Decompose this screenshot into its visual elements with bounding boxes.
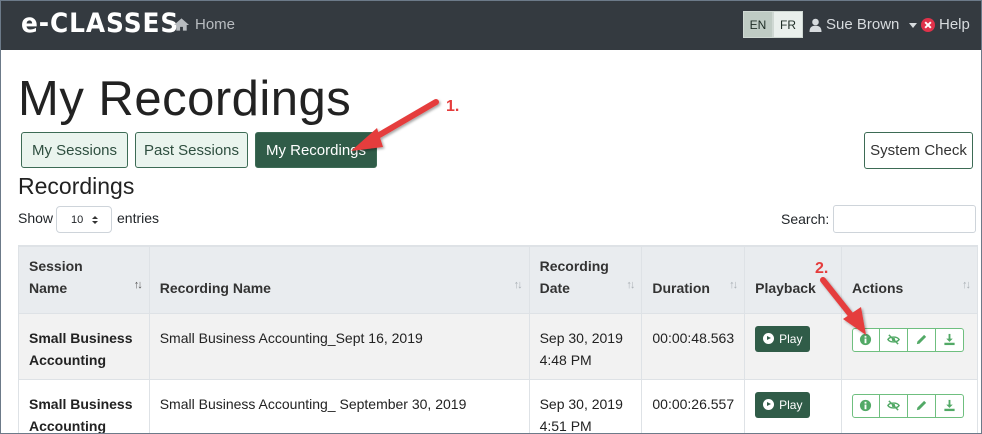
annotation-label-2: 2.: [815, 260, 829, 277]
annotation-arrows: [351, 99, 866, 335]
annotation-arrow-2: [820, 277, 866, 335]
annotation-arrow-1: [351, 99, 439, 151]
screenshot-frame: e-CLASSES Home EN FR Sue Brown Help My R…: [0, 0, 982, 434]
annotation-label-1: 1.: [446, 98, 460, 115]
